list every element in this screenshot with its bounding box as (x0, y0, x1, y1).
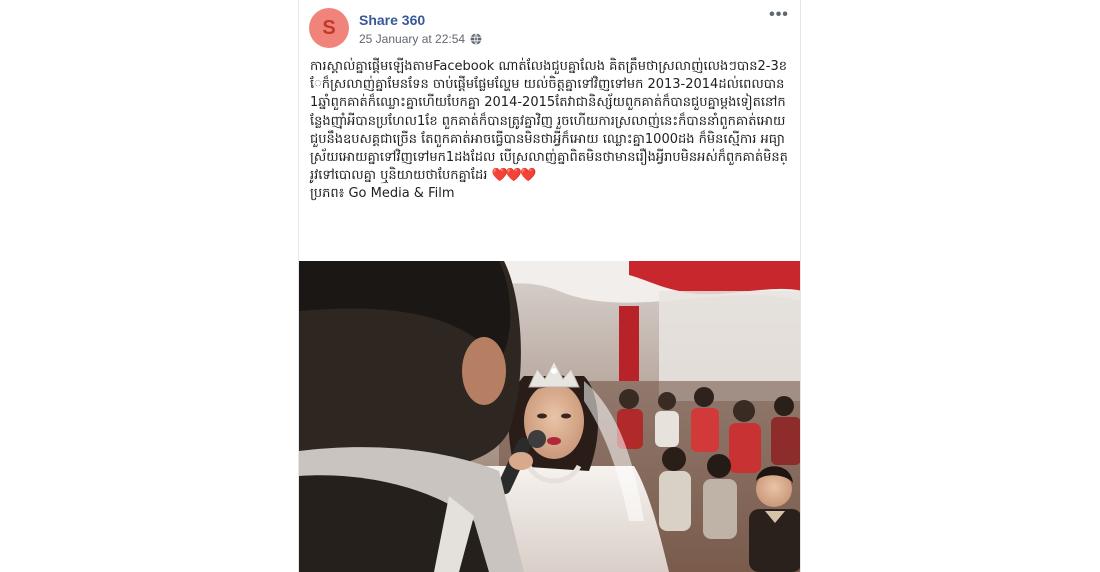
avatar[interactable]: S (309, 8, 349, 48)
post-credit: ប្រភព៖ Go Media & Film (310, 186, 455, 202)
more-options-button[interactable]: ••• (767, 7, 791, 28)
post-body: ការស្គាល់គ្នាផ្តើមឡើងតាមFacebook ណាត់លែង… (310, 58, 790, 204)
post-header: S Share 360 25 January at 22:54 ••• (309, 7, 791, 52)
globe-icon[interactable] (470, 33, 482, 45)
post-message: ការស្គាល់គ្នាផ្តើមឡើងតាមFacebook ណាត់លែង… (310, 59, 788, 184)
wedding-photo-image (299, 261, 800, 572)
facebook-post: S Share 360 25 January at 22:54 ••• ការស… (298, 0, 801, 572)
post-meta: 25 January at 22:54 (359, 32, 482, 46)
page: S Share 360 25 January at 22:54 ••• ការស… (0, 0, 1100, 572)
post-timestamp[interactable]: 25 January at 22:54 (359, 32, 465, 46)
post-text: ការស្គាល់គ្នាផ្តើមឡើងតាមFacebook ណាត់លែង… (310, 58, 790, 185)
hearts-emoji: ❤️❤️❤️ (491, 168, 537, 184)
post-photo[interactable] (299, 261, 800, 572)
page-name-link[interactable]: Share 360 (359, 12, 425, 28)
